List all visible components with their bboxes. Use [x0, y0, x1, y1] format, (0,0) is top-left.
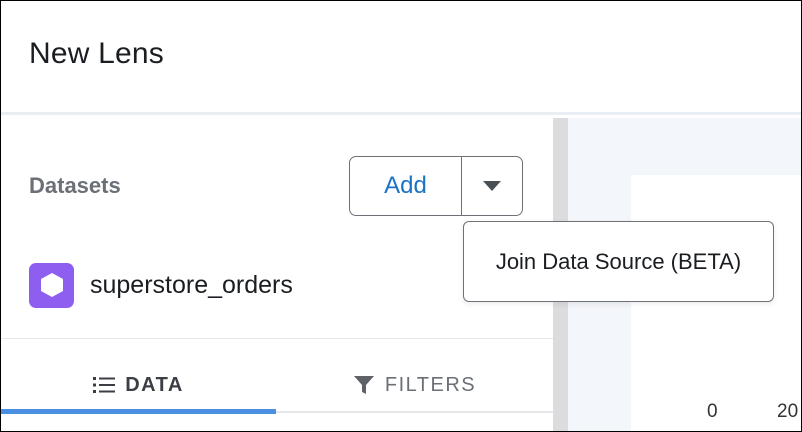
tab-data-label: DATA	[125, 373, 184, 396]
section-divider	[1, 338, 553, 339]
tab-filters-label: FILTERS	[384, 373, 477, 396]
add-dataset-button[interactable]: Add	[350, 157, 462, 215]
add-options-dropdown-toggle[interactable]	[462, 157, 522, 215]
page-title: New Lens	[29, 37, 165, 70]
datasets-label: Datasets	[29, 173, 121, 198]
active-tab-indicator	[1, 409, 276, 414]
tab-data[interactable]: DATA	[1, 365, 276, 405]
add-dataset-split-button: Add	[349, 156, 523, 216]
dataset-name: superstore_orders	[90, 270, 293, 299]
lens-editor-window: New Lens 0 20 Datasets Add superstore_or…	[0, 0, 802, 432]
x-axis-tick: 20	[777, 401, 799, 422]
tab-filters[interactable]: FILTERS	[276, 365, 553, 405]
x-axis-tick: 0	[707, 401, 718, 422]
menu-item-join-data-source[interactable]: Join Data Source (BETA)	[496, 249, 741, 275]
add-options-menu: Join Data Source (BETA)	[463, 221, 774, 302]
caret-down-icon	[483, 181, 501, 191]
list-icon	[93, 376, 116, 394]
header: New Lens	[1, 1, 801, 115]
chart-card: 0 20	[631, 175, 801, 431]
dataset-item[interactable]: superstore_orders	[29, 262, 293, 308]
hexagon-icon	[29, 262, 74, 308]
filter-icon	[353, 374, 375, 396]
